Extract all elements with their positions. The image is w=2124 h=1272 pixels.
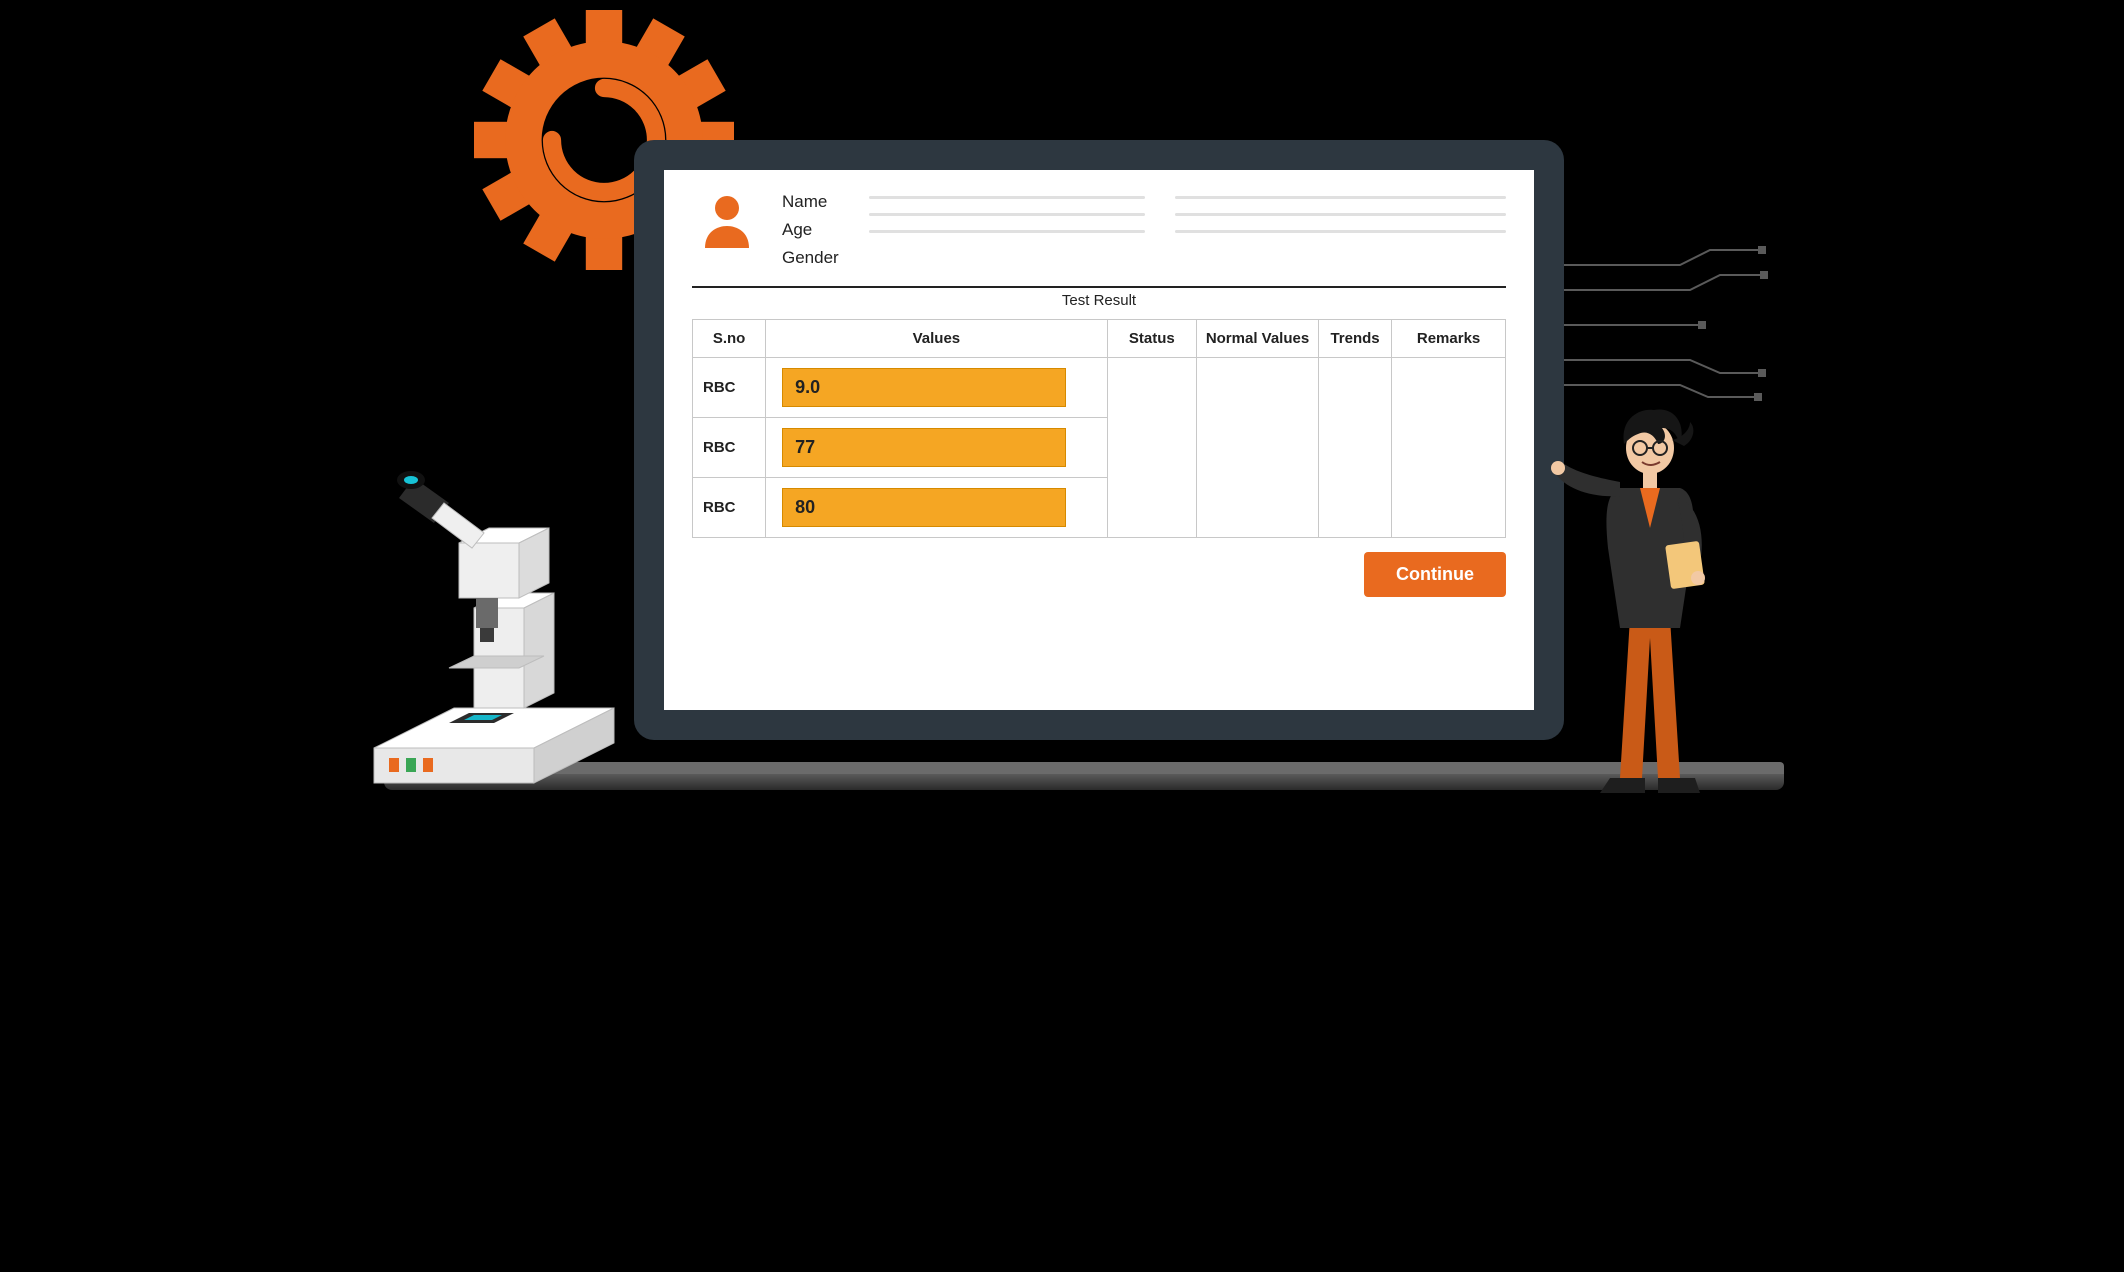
label-name: Name xyxy=(782,192,839,212)
value-input[interactable]: 77 xyxy=(782,428,1066,467)
cell-values: 77 xyxy=(766,418,1107,478)
label-age: Age xyxy=(782,220,839,240)
cell-status xyxy=(1107,358,1196,538)
cell-values: 80 xyxy=(766,478,1107,538)
input-name-line[interactable] xyxy=(869,196,1145,199)
cell-sno: RBC xyxy=(693,478,766,538)
col-remarks: Remarks xyxy=(1392,320,1506,358)
results-table: S.no Values Status Normal Values Trends … xyxy=(692,319,1506,538)
section-divider xyxy=(692,286,1506,288)
cell-trends xyxy=(1318,358,1391,538)
section-title: Test Result xyxy=(692,292,1506,309)
cell-sno: RBC xyxy=(693,358,766,418)
laptop-bezel: Name Age Gender xyxy=(634,140,1564,740)
label-gender: Gender xyxy=(782,248,839,268)
extra-line-3[interactable] xyxy=(1175,230,1506,233)
microscope-icon xyxy=(354,448,654,808)
col-status: Status xyxy=(1107,320,1196,358)
table-header-row: S.no Values Status Normal Values Trends … xyxy=(693,320,1506,358)
value-input[interactable]: 9.0 xyxy=(782,368,1066,407)
extra-line-2[interactable] xyxy=(1175,213,1506,216)
continue-button[interactable]: Continue xyxy=(1364,552,1506,597)
input-age-line[interactable] xyxy=(869,213,1145,216)
patient-header: Name Age Gender xyxy=(692,190,1506,278)
cell-normal xyxy=(1197,358,1319,538)
col-sno: S.no xyxy=(693,320,766,358)
app-screen: Name Age Gender xyxy=(664,170,1534,710)
col-trends: Trends xyxy=(1318,320,1391,358)
col-values: Values xyxy=(766,320,1107,358)
value-input[interactable]: 80 xyxy=(782,488,1066,527)
person-icon xyxy=(692,190,762,254)
table-row: RBC 9.0 xyxy=(693,358,1506,418)
cell-remarks xyxy=(1392,358,1506,538)
presenter-person-icon xyxy=(1550,378,1750,808)
input-gender-line[interactable] xyxy=(869,230,1145,233)
extra-line-1[interactable] xyxy=(1175,196,1506,199)
laptop-device: Name Age Gender xyxy=(634,140,1564,790)
col-normal: Normal Values xyxy=(1197,320,1319,358)
cell-values: 9.0 xyxy=(766,358,1107,418)
cell-sno: RBC xyxy=(693,418,766,478)
